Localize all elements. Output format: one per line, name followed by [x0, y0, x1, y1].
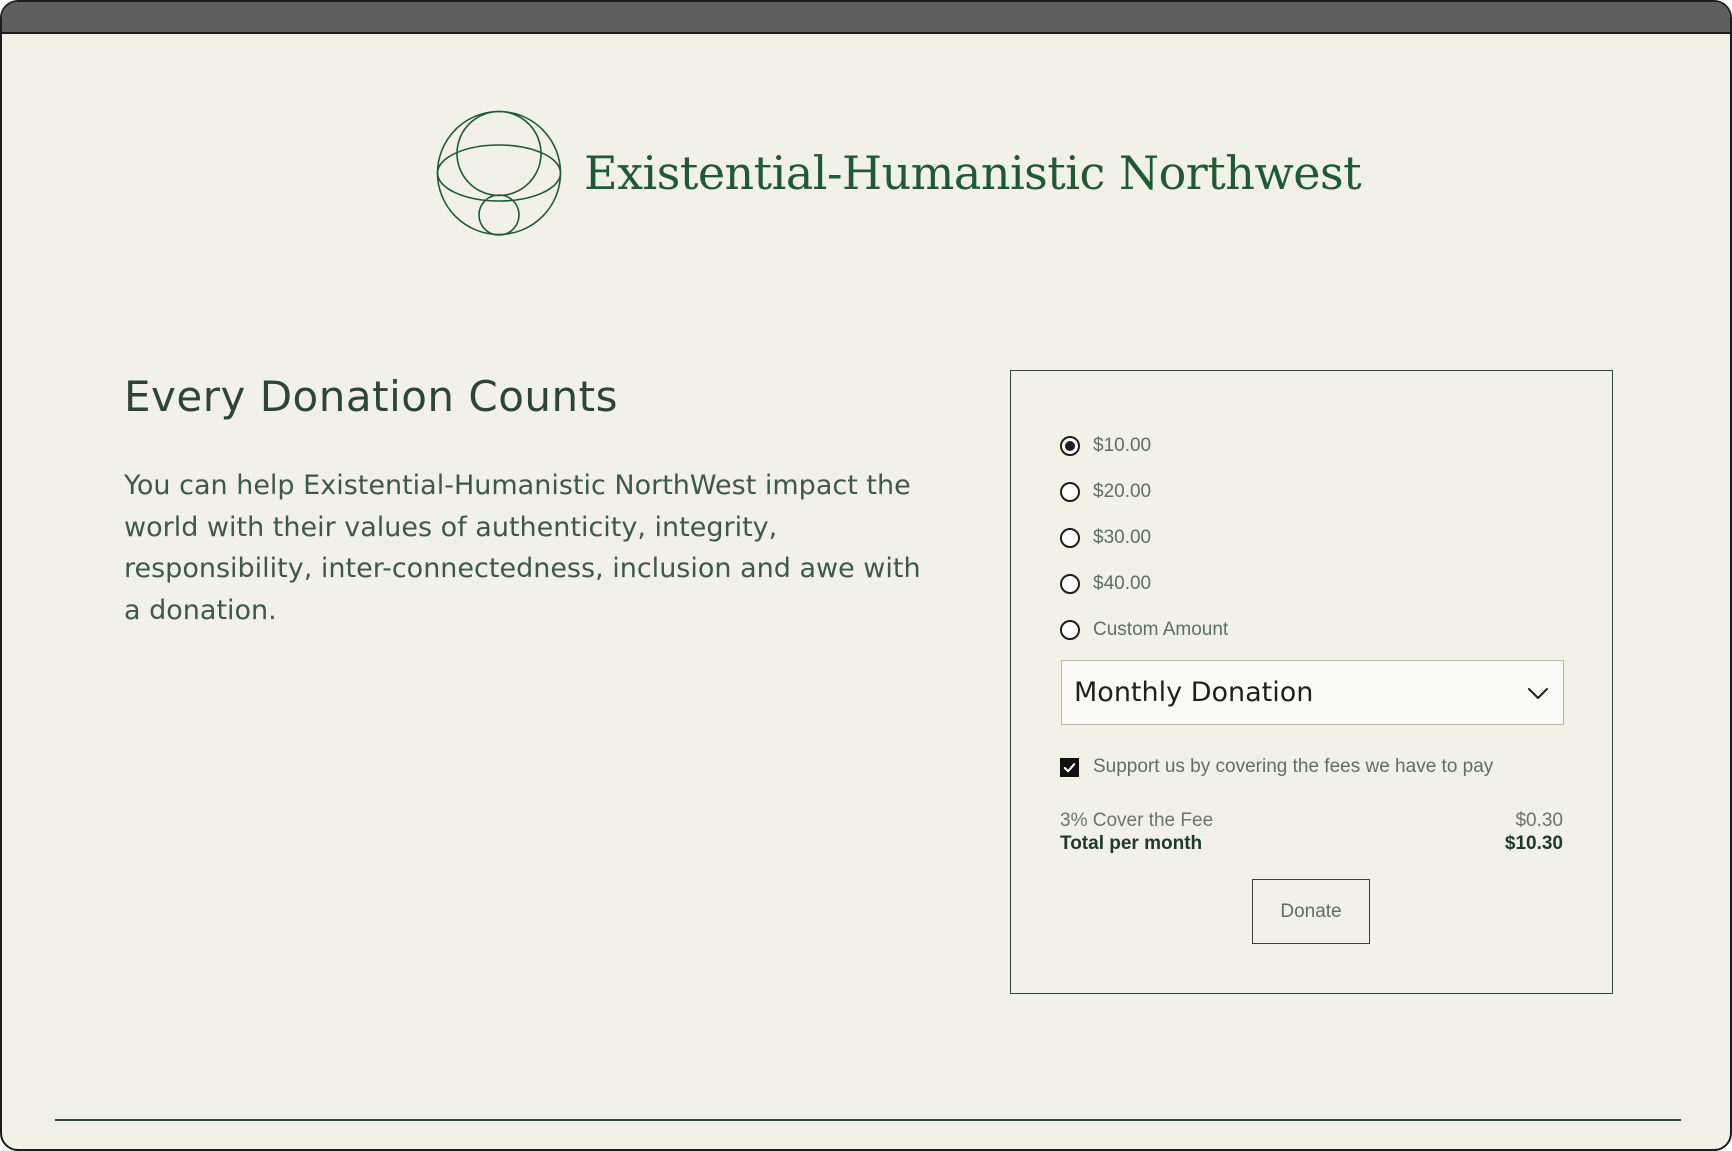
page-heading: Every Donation Counts [124, 372, 619, 421]
cover-fees-checkbox[interactable] [1060, 757, 1079, 777]
donation-summary: 3% Cover the Fee $0.30 Total per month $… [1060, 809, 1563, 855]
cover-fees-row[interactable]: Support us by covering the fees we have … [1060, 756, 1493, 778]
amount-option-20[interactable]: $20.00 [1060, 469, 1228, 515]
total-line-value: $10.30 [1504, 833, 1563, 854]
total-line: Total per month $10.30 [1060, 832, 1563, 855]
radio-button[interactable] [1060, 620, 1080, 640]
donate-button[interactable]: Donate [1252, 879, 1370, 944]
amount-options: $10.00 $20.00 $30.00 $40.00 Custom Amoun… [1060, 423, 1228, 653]
chevron-down-icon [1526, 681, 1550, 705]
footer-divider [55, 1119, 1681, 1121]
brand-header[interactable]: Existential-Humanistic Northwest [436, 110, 1362, 236]
radio-button[interactable] [1060, 528, 1080, 548]
total-line-label: Total per month [1060, 833, 1203, 854]
app-window: Existential-Humanistic Northwest Every D… [0, 0, 1732, 1151]
amount-option-label: $10.00 [1093, 435, 1152, 456]
amount-option-label: Custom Amount [1093, 619, 1229, 640]
donation-form: $10.00 $20.00 $30.00 $40.00 Custom Amoun… [1010, 370, 1613, 994]
amount-option-label: $40.00 [1093, 573, 1152, 594]
amount-option-40[interactable]: $40.00 [1060, 561, 1228, 607]
frequency-select-value: Monthly Donation [1074, 677, 1314, 708]
fee-line: 3% Cover the Fee $0.30 [1060, 809, 1563, 832]
radio-button[interactable] [1060, 574, 1080, 594]
frequency-select[interactable]: Monthly Donation [1061, 660, 1564, 725]
checkmark-icon [1063, 762, 1076, 772]
orbit-circles-logo-icon [436, 110, 562, 236]
amount-option-label: $20.00 [1093, 481, 1152, 502]
intro-paragraph: You can help Existential-Humanistic Nort… [124, 470, 921, 626]
radio-button[interactable] [1060, 482, 1080, 502]
amount-option-30[interactable]: $30.00 [1060, 515, 1228, 561]
amount-option-label: $30.00 [1093, 527, 1152, 548]
fee-line-label: 3% Cover the Fee [1060, 810, 1214, 831]
intro-section: Every Donation Counts You can help Exist… [124, 372, 934, 631]
amount-option-10[interactable]: $10.00 [1060, 423, 1228, 469]
amount-option-custom[interactable]: Custom Amount [1060, 607, 1228, 653]
window-titlebar [2, 2, 1730, 34]
fee-line-value: $0.30 [1515, 810, 1563, 831]
brand-name: Existential-Humanistic Northwest [584, 146, 1362, 200]
cover-fees-label: Support us by covering the fees we have … [1093, 756, 1494, 777]
radio-button-selected[interactable] [1060, 436, 1080, 456]
